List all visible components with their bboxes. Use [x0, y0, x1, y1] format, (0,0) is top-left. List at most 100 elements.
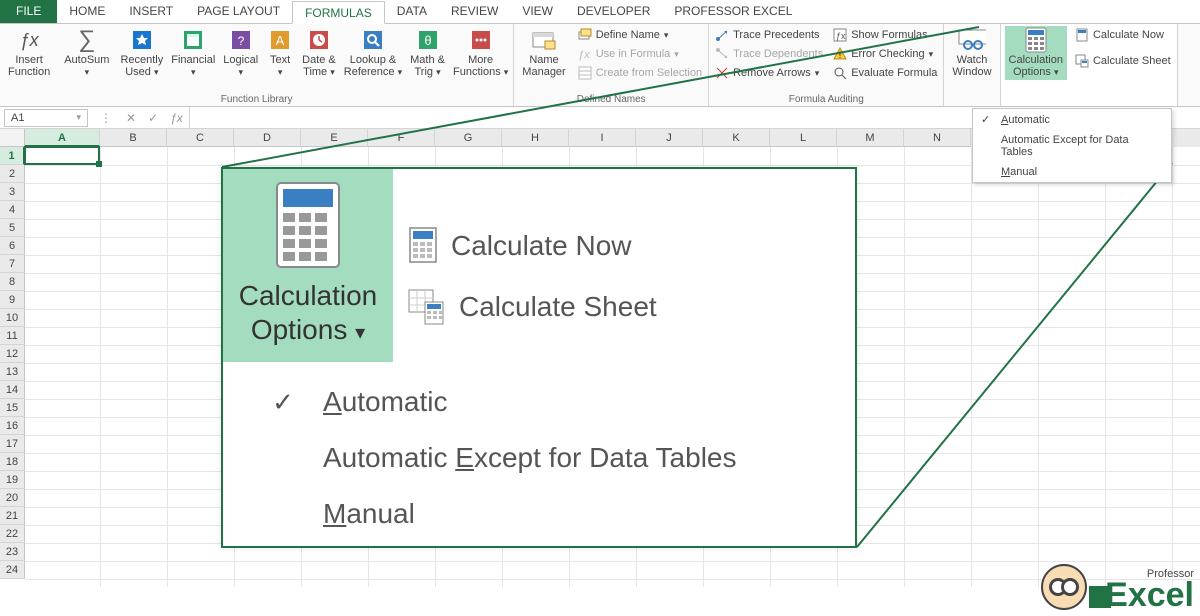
group-function-library: ƒx Insert Function ∑ AutoSum▾ Recently U… [0, 24, 514, 106]
calculation-options-dropdown: ✓Automatic Automatic Except for Data Tab… [972, 108, 1172, 183]
calculation-options-button[interactable]: Calculation Options ▾ [1005, 26, 1067, 80]
row-header-15[interactable]: 15 [0, 399, 25, 417]
row-header-17[interactable]: 17 [0, 435, 25, 453]
recently-used-button[interactable]: Recently Used ▾ [119, 26, 164, 80]
use-in-formula-button[interactable]: ƒxUse in Formula ▾ [576, 45, 704, 63]
create-from-selection-button[interactable]: Create from Selection [576, 64, 704, 82]
row-header-1[interactable]: 1 [0, 147, 25, 165]
namebox-divider: ⋮ [92, 111, 120, 125]
svg-text:A: A [276, 33, 285, 48]
row-header-3[interactable]: 3 [0, 183, 25, 201]
tab-file[interactable]: FILE [0, 0, 57, 23]
trace-dependents-button[interactable]: Trace Dependents [713, 45, 825, 63]
tab-insert[interactable]: INSERT [117, 0, 185, 23]
name-manager-button[interactable]: Name Manager [518, 26, 569, 80]
zoom-menu-automatic[interactable]: ✓Automatic [223, 374, 855, 430]
row-header-10[interactable]: 10 [0, 309, 25, 327]
tab-page-layout[interactable]: PAGE LAYOUT [185, 0, 292, 23]
svg-text:?: ? [237, 34, 244, 48]
svg-text:θ: θ [424, 33, 431, 48]
row-header-22[interactable]: 22 [0, 525, 25, 543]
row-header-5[interactable]: 5 [0, 219, 25, 237]
name-box[interactable]: A1▾ [4, 109, 88, 127]
fx-icon[interactable]: ƒx [164, 111, 189, 125]
row-header-8[interactable]: 8 [0, 273, 25, 291]
row-header-24[interactable]: 24 [0, 561, 25, 579]
remove-arrows-icon [715, 66, 729, 80]
logical-button[interactable]: ? Logical▾ [222, 26, 259, 80]
col-header-I[interactable]: I [569, 129, 636, 147]
col-header-D[interactable]: D [234, 129, 301, 147]
row-header-12[interactable]: 12 [0, 345, 25, 363]
col-header-H[interactable]: H [502, 129, 569, 147]
show-formulas-button[interactable]: ƒxShow Formulas [831, 26, 939, 44]
watch-window-button[interactable]: Watch Window [948, 26, 995, 80]
error-checking-button[interactable]: !Error Checking ▾ [831, 45, 939, 63]
calculate-now-button[interactable]: Calculate Now [1073, 26, 1173, 44]
row-header-23[interactable]: 23 [0, 543, 25, 561]
text-button[interactable]: A Text▾ [265, 26, 295, 80]
tab-formulas[interactable]: FORMULAS [292, 1, 385, 24]
date-time-button[interactable]: Date & Time ▾ [301, 26, 337, 80]
zoom-calculate-sheet[interactable]: Calculate Sheet [407, 288, 657, 326]
row-header-9[interactable]: 9 [0, 291, 25, 309]
col-header-L[interactable]: L [770, 129, 837, 147]
grid-icon [578, 66, 592, 80]
col-header-G[interactable]: G [435, 129, 502, 147]
row-header-6[interactable]: 6 [0, 237, 25, 255]
row-header-16[interactable]: 16 [0, 417, 25, 435]
zoom-menu-manual[interactable]: Manual [223, 486, 855, 542]
tab-developer[interactable]: DEVELOPER [565, 0, 662, 23]
col-header-J[interactable]: J [636, 129, 703, 147]
tab-view[interactable]: VIEW [510, 0, 565, 23]
col-header-N[interactable]: N [904, 129, 971, 147]
autosum-button[interactable]: ∑ AutoSum▾ [60, 26, 113, 80]
cancel-icon[interactable]: ✕ [120, 111, 142, 125]
group-label-defined-names: Defined Names [518, 94, 704, 106]
enter-icon[interactable]: ✓ [142, 111, 164, 125]
zoom-calculate-now[interactable]: Calculate Now [407, 226, 657, 266]
zoom-menu-automatic-except[interactable]: Automatic Except for Data Tables [223, 430, 855, 486]
math-trig-button[interactable]: θ Math & Trig ▾ [409, 26, 446, 80]
evaluate-formula-button[interactable]: Evaluate Formula [831, 64, 939, 82]
tab-review[interactable]: REVIEW [439, 0, 510, 23]
remove-arrows-button[interactable]: Remove Arrows ▾ [713, 64, 825, 82]
row-header-13[interactable]: 13 [0, 363, 25, 381]
define-name-button[interactable]: Define Name ▾ [576, 26, 704, 44]
select-all-triangle[interactable] [0, 129, 25, 147]
col-header-K[interactable]: K [703, 129, 770, 147]
dependents-icon [715, 47, 729, 61]
trace-precedents-button[interactable]: Trace Precedents [713, 26, 825, 44]
row-header-2[interactable]: 2 [0, 165, 25, 183]
col-header-C[interactable]: C [167, 129, 234, 147]
col-header-M[interactable]: M [837, 129, 904, 147]
calc-sheet-icon [407, 288, 447, 326]
row-header-21[interactable]: 21 [0, 507, 25, 525]
lookup-reference-button[interactable]: Lookup & Reference ▾ [343, 26, 403, 80]
menu-item-automatic[interactable]: ✓Automatic [973, 109, 1171, 130]
col-header-A[interactable]: A [25, 129, 100, 147]
row-header-11[interactable]: 11 [0, 327, 25, 345]
financial-button[interactable]: Financial▾ [170, 26, 216, 80]
zoom-calculation-options-button[interactable]: Calculation Options ▾ [223, 169, 393, 362]
col-header-F[interactable]: F [368, 129, 435, 147]
row-header-19[interactable]: 19 [0, 471, 25, 489]
calculate-sheet-button[interactable]: Calculate Sheet [1073, 52, 1173, 70]
more-icon [467, 28, 495, 52]
more-functions-button[interactable]: More Functions ▾ [452, 26, 509, 80]
row-header-14[interactable]: 14 [0, 381, 25, 399]
row-header-18[interactable]: 18 [0, 453, 25, 471]
col-header-B[interactable]: B [100, 129, 167, 147]
row-header-4[interactable]: 4 [0, 201, 25, 219]
menu-item-manual[interactable]: Manual [973, 162, 1171, 182]
tab-home[interactable]: HOME [57, 0, 117, 23]
row-header-7[interactable]: 7 [0, 255, 25, 273]
active-cell[interactable] [24, 146, 100, 165]
col-header-E[interactable]: E [301, 129, 368, 147]
insert-function-button[interactable]: ƒx Insert Function [4, 26, 54, 80]
row-header-20[interactable]: 20 [0, 489, 25, 507]
zoom-callout: Calculation Options ▾ Calculate Now Calc… [221, 167, 857, 548]
tab-data[interactable]: DATA [385, 0, 439, 23]
menu-item-automatic-except[interactable]: Automatic Except for Data Tables [973, 130, 1171, 162]
tab-professor-excel[interactable]: PROFESSOR EXCEL [662, 0, 804, 23]
